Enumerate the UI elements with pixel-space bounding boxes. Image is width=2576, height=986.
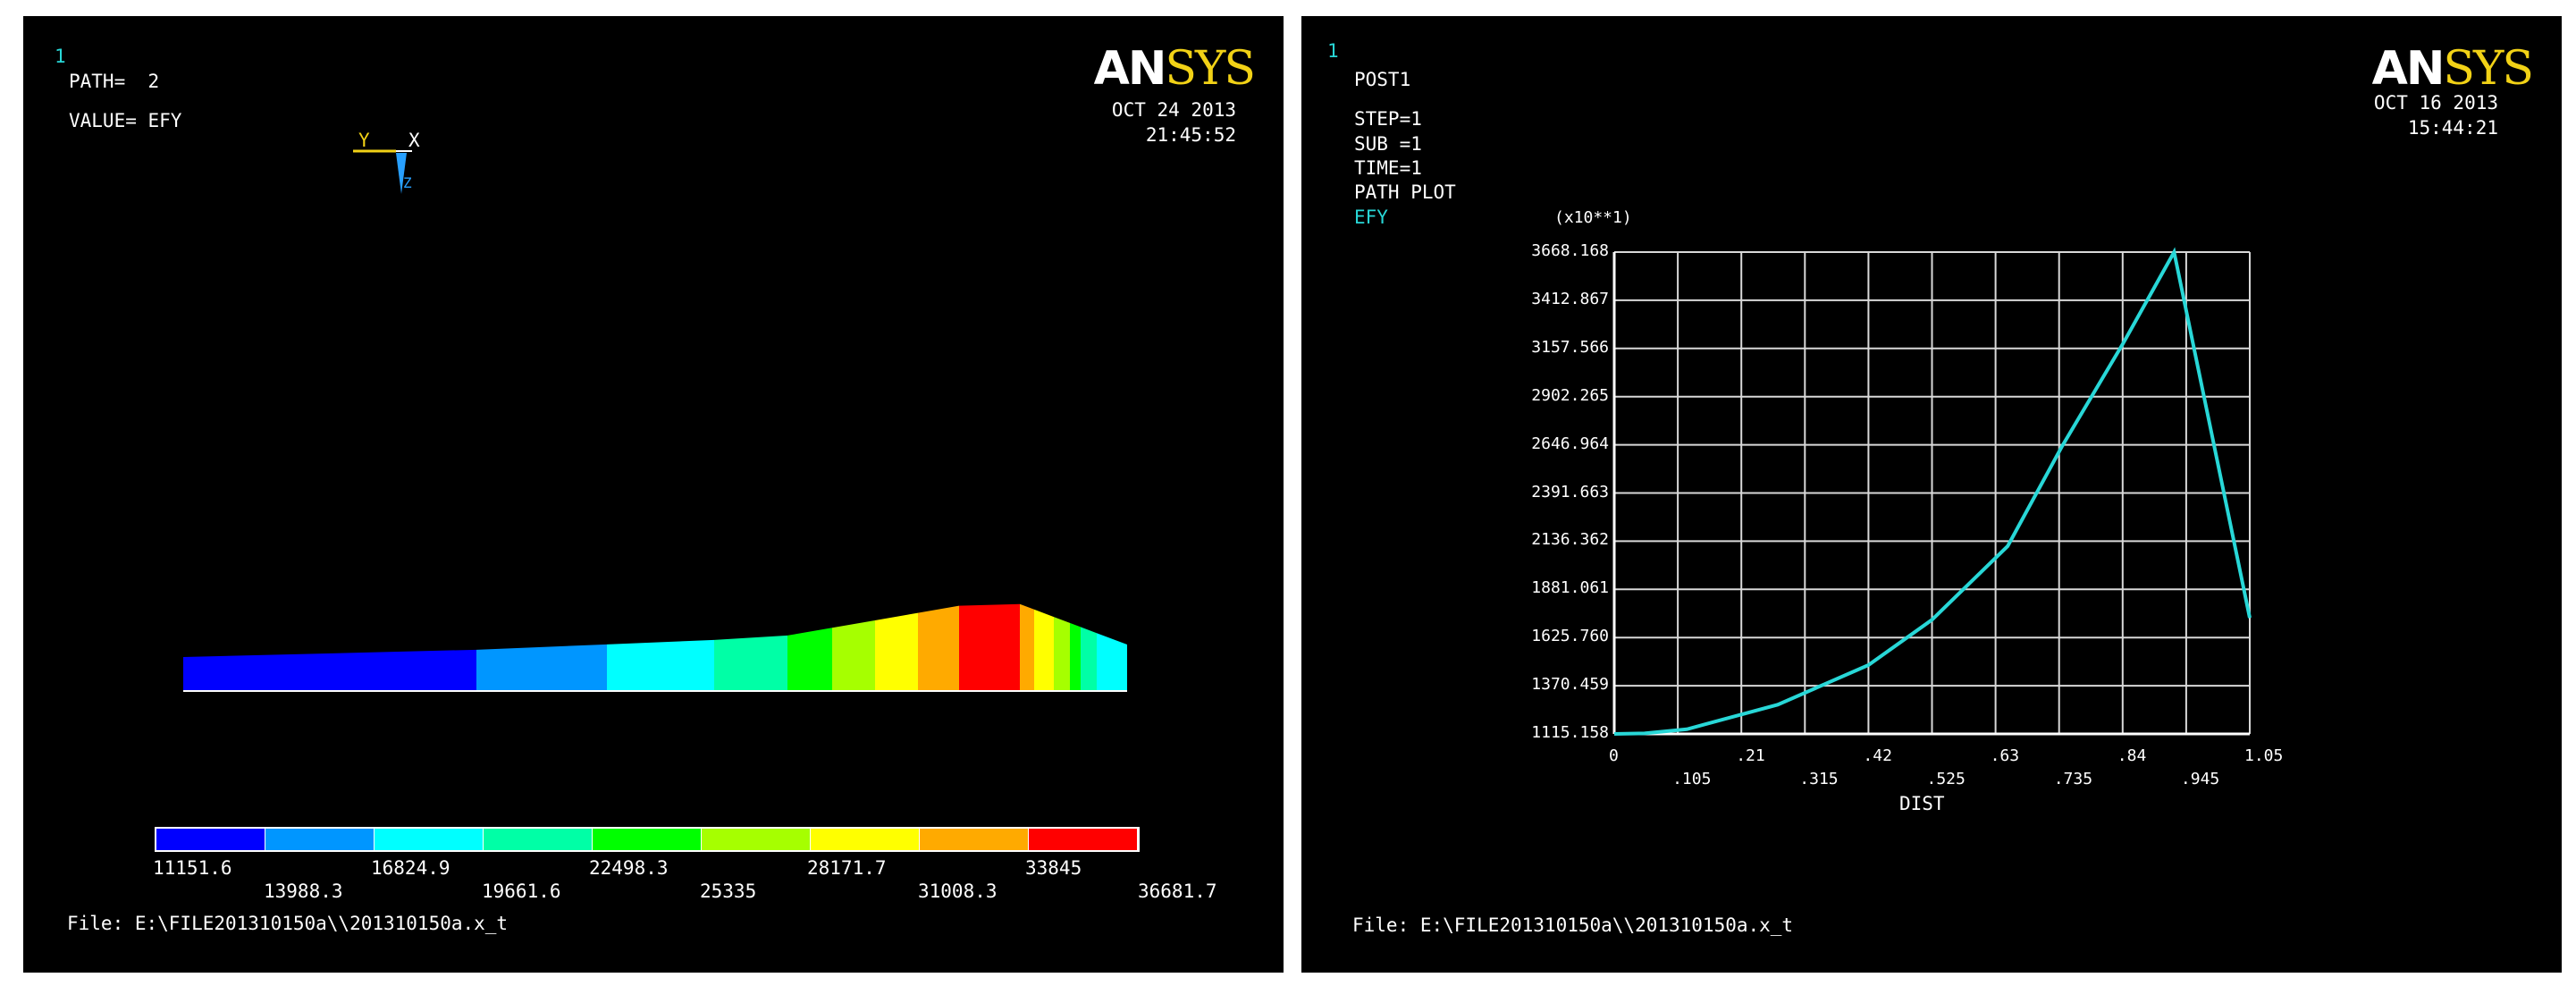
x-tick-5: .525 (1926, 770, 1966, 788)
legend-label-top-1: 16824.9 (371, 857, 450, 879)
x-tick-6: .63 (1990, 746, 2020, 765)
legend-swatch-3 (484, 829, 592, 850)
contour-band-0 (183, 649, 476, 691)
contour-legend (155, 827, 1140, 852)
contour-bands (183, 603, 1127, 691)
legend-swatch-2 (375, 829, 483, 850)
path-plot-window: 1 POST1 STEP=1 SUB =1 TIME=1 PATH PLOT E… (1301, 16, 2562, 973)
contour-band-2 (607, 639, 714, 691)
legend-swatch-4 (593, 829, 701, 850)
contour-band-7 (918, 605, 959, 691)
legend-label-bottom-0: 13988.3 (264, 881, 343, 902)
y-tick-2: 1625.760 (1531, 627, 1609, 646)
coordinate-triad-icon (353, 149, 412, 194)
legend-label-bottom-2: 25335 (700, 881, 757, 902)
contour-band-13 (1081, 627, 1097, 691)
legend-label-top-2: 22498.3 (589, 857, 669, 879)
x-axis-label: DIST (1899, 793, 1945, 814)
y-tick-0: 1115.158 (1531, 723, 1609, 742)
contour-band-10 (1034, 609, 1054, 691)
x-tick-4: .42 (1863, 746, 1892, 765)
legend-swatch-1 (265, 829, 374, 850)
contour-band-6 (875, 612, 918, 691)
legend-label-bottom-3: 31008.3 (918, 881, 998, 902)
x-tick-8: .84 (2117, 746, 2147, 765)
y-tick-10: 3668.168 (1531, 241, 1609, 260)
contour-band-4 (787, 628, 832, 691)
legend-label-bottom-4: 36681.7 (1138, 881, 1217, 902)
contour-band-5 (832, 619, 875, 691)
x-tick-7: .735 (2053, 770, 2093, 788)
file-path-label: File: E:\FILE201310150a\\201310150a.x_t (1352, 914, 1794, 936)
contour-band-11 (1054, 617, 1070, 691)
file-path-label: File: E:\FILE201310150a\\201310150a.x_t (67, 913, 509, 934)
legend-swatch-7 (920, 829, 1028, 850)
legend-swatch-0 (156, 829, 265, 850)
chart-grid (1613, 251, 2251, 735)
legend-swatch-5 (702, 829, 810, 850)
contour-band-12 (1070, 622, 1081, 691)
contour-band-8 (959, 603, 1020, 691)
y-tick-7: 2902.265 (1531, 385, 1609, 405)
legend-swatch-6 (811, 829, 919, 850)
y-tick-8: 3157.566 (1531, 337, 1609, 357)
x-tick-3: .315 (1799, 770, 1839, 788)
y-tick-6: 2646.964 (1531, 434, 1609, 453)
legend-swatch-8 (1029, 829, 1137, 850)
contour-band-1 (476, 644, 607, 691)
legend-label-top-4: 33845 (1025, 857, 1082, 879)
y-tick-9: 3412.867 (1531, 289, 1609, 308)
x-tick-0: 0 (1609, 746, 1619, 765)
x-tick-1: .105 (1672, 770, 1712, 788)
legend-label-top-3: 28171.7 (807, 857, 887, 879)
contour-band-14 (1097, 633, 1127, 691)
y-tick-4: 2136.362 (1531, 530, 1609, 550)
x-tick-10: 1.05 (2244, 746, 2284, 765)
y-tick-5: 2391.663 (1531, 482, 1609, 501)
x-tick-9: .945 (2180, 770, 2220, 788)
contour-svg (155, 149, 1140, 852)
line-chart-svg (1612, 247, 2252, 736)
x-tick-2: .21 (1736, 746, 1765, 765)
contour-plot-window: 1 PATH= 2 VALUE= EFY ANSYS OCT 24 2013 2… (23, 16, 1284, 973)
contour-band-9 (1020, 603, 1034, 691)
y-tick-3: 1881.061 (1531, 578, 1609, 598)
y-tick-1: 1370.459 (1531, 675, 1609, 695)
legend-label-bottom-1: 19661.6 (482, 881, 561, 902)
contour-band-3 (714, 635, 787, 691)
legend-label-top-0: 11151.6 (153, 857, 232, 879)
